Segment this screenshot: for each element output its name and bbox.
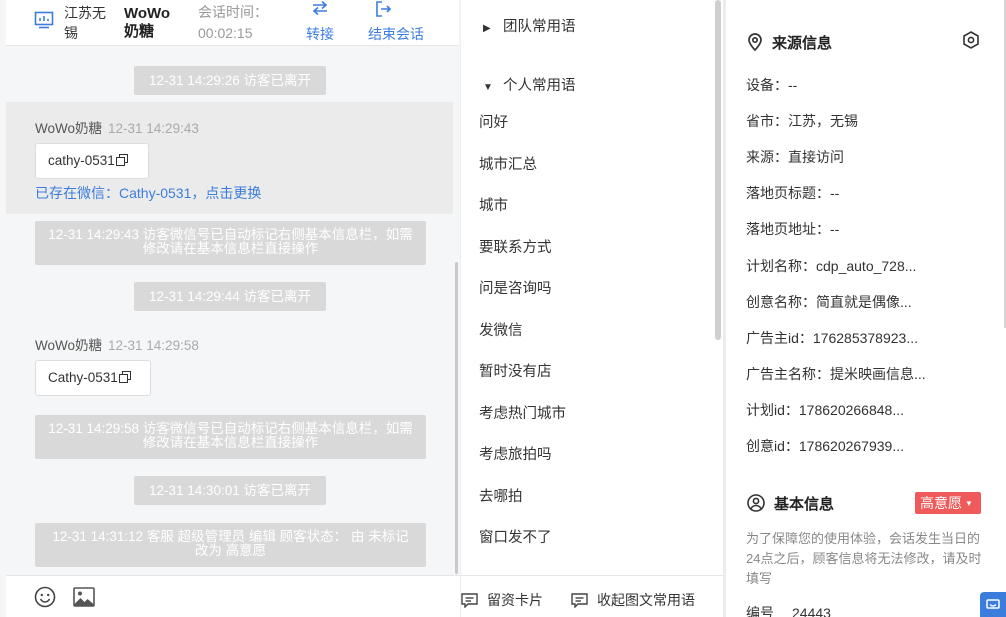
emoji-icon[interactable] xyxy=(34,586,56,608)
system-message: 12-31 14:31:12 客服 超级管理员 编辑 顾客状态： 由 未标记 改… xyxy=(35,523,426,567)
chat-header: 江苏无锡 WoWo奶糖 会话时间： 00:02:15 转接 结束会话 xyxy=(6,0,459,46)
visitor-region: 江苏无锡 xyxy=(64,5,106,41)
copy-icon[interactable] xyxy=(115,154,128,166)
info-plan-name: 计划名称：cdp_auto_728... xyxy=(746,258,917,274)
collapse-phrases-button[interactable]: 收起图文常用语 xyxy=(571,590,695,610)
floating-chat-button[interactable] xyxy=(980,592,1006,617)
edit-notice: 为了保障您的使用体验，会话发生当日的24点之后，顾客信息将无法修改，请及时填写 xyxy=(746,531,982,586)
chat-icon xyxy=(986,599,1000,609)
info-landing-title: 落地页标题：-- xyxy=(746,185,840,201)
phrase-list: 问好 城市汇总 城市 要联系方式 问是咨询吗 发微信 暂时没有店 考虑热门城市 … xyxy=(479,110,709,567)
info-advertiser-id: 广告主id：176285378923... xyxy=(746,330,918,346)
info-source: 来源：直接访问 xyxy=(746,149,844,165)
caret-down-icon: ▼ xyxy=(483,82,493,93)
source-info-title: 来源信息 xyxy=(747,32,832,53)
caret-down-icon: ▼ xyxy=(965,499,973,508)
phrases-toolbar: 留资卡片 收起图文常用语 xyxy=(461,575,724,617)
message-collapse-icon xyxy=(571,593,588,609)
location-pin-icon xyxy=(748,33,762,52)
system-message: 12-31 14:30:01 访客已离开 xyxy=(134,476,326,505)
message-time: 12-31 14:29:43 xyxy=(108,121,199,136)
chat-toolbar xyxy=(6,575,460,617)
phrase-group-team[interactable]: ▶ 团队常用语 xyxy=(483,15,576,36)
caret-right-icon: ▶ xyxy=(483,23,491,34)
sender-name: WoWo奶糖 xyxy=(35,121,103,136)
message-time: 12-31 14:29:58 xyxy=(108,338,199,353)
code-value: 24443 xyxy=(792,605,831,617)
customer-code-row: 编号 24443 xyxy=(746,603,831,617)
phrase-item[interactable]: 城市汇总 xyxy=(479,152,709,194)
system-message: 12-31 14:29:44 访客已离开 xyxy=(134,282,326,311)
transfer-arrows-icon xyxy=(303,0,337,20)
lead-card-label: 留资卡片 xyxy=(487,592,543,608)
intent-status-dropdown[interactable]: 高意愿 ▼ xyxy=(915,492,981,514)
phrase-item[interactable]: 问是咨询吗 xyxy=(479,276,709,318)
phrase-group-label: 团队常用语 xyxy=(503,19,576,35)
wechat-id-card[interactable]: Cathy-0531 xyxy=(35,360,151,396)
session-time-value: 00:02:15 xyxy=(198,25,253,41)
system-message: 12-31 14:29:58 访客微信号已自动标记右侧基本信息栏，如需修改请在基… xyxy=(35,415,426,459)
phrase-item[interactable]: 城市 xyxy=(479,193,709,235)
basic-info-title: 基本信息 xyxy=(747,493,834,514)
visitor-name: WoWo奶糖 xyxy=(124,5,171,40)
end-session-label: 结束会话 xyxy=(368,26,424,42)
phrase-item[interactable]: 要联系方式 xyxy=(479,235,709,277)
gear-icon[interactable] xyxy=(962,31,980,49)
section-title-text: 来源信息 xyxy=(772,35,833,52)
message-card-icon xyxy=(461,593,478,609)
info-province-city: 省市：江苏，无锡 xyxy=(746,113,858,129)
phrase-item[interactable]: 发微信 xyxy=(479,318,709,360)
phrases-scrollbar[interactable] xyxy=(715,0,721,340)
user-circle-icon xyxy=(747,494,765,512)
quick-phrases-panel: ▶ 团队常用语 ▼ 个人常用语 问好 城市汇总 城市 要联系方式 问是咨询吗 发微信… xyxy=(460,0,724,617)
phrase-item[interactable]: 暂时没有店 xyxy=(479,359,709,401)
phrase-item[interactable]: 问好 xyxy=(479,110,709,152)
message-list[interactable]: 12-31 14:29:26 访客已离开 WoWo奶糖 12-31 14:29:4… xyxy=(6,47,459,574)
info-device: 设备：-- xyxy=(746,77,798,93)
wechat-id: cathy-0531 xyxy=(48,153,115,168)
phrase-item[interactable]: 去哪拍 xyxy=(479,484,709,526)
wechat-id-card[interactable]: cathy-0531 xyxy=(35,143,149,179)
phrase-item[interactable]: 考虑热门城市 xyxy=(479,401,709,443)
visitor-info-panel: 来源信息 设备：-- 省市：江苏，无锡 来源：直接访问 落地页标题：-- 落地页… xyxy=(726,0,1006,617)
monitor-chart-icon xyxy=(34,11,54,29)
info-creative-id: 创意id：178620267939... xyxy=(746,438,904,454)
message-sender: WoWo奶糖 12-31 14:29:58 xyxy=(35,334,199,354)
intent-status-label: 高意愿 xyxy=(920,495,962,511)
code-label: 编号 xyxy=(746,605,774,617)
lead-card-button[interactable]: 留资卡片 xyxy=(461,590,543,610)
phrase-group-label: 个人常用语 xyxy=(503,78,576,94)
wechat-id: Cathy-0531 xyxy=(48,370,118,385)
wechat-change-link[interactable]: 已存在微信：Cathy-0531，点击更换 xyxy=(35,183,261,203)
info-creative-name: 创意名称：简直就是偶像... xyxy=(746,294,912,310)
info-landing-url: 落地页地址：-- xyxy=(746,221,840,237)
transfer-button[interactable]: 转接 xyxy=(303,0,337,46)
phrase-item[interactable]: 窗口发不了 xyxy=(479,525,709,567)
copy-icon[interactable] xyxy=(118,371,131,383)
section-title-text: 基本信息 xyxy=(774,496,835,513)
phrase-item[interactable]: 考虑旅拍吗 xyxy=(479,442,709,484)
image-icon[interactable] xyxy=(73,587,95,607)
sender-name: WoWo奶糖 xyxy=(35,338,103,353)
info-plan-id: 计划id：178620266848... xyxy=(746,402,904,418)
transfer-label: 转接 xyxy=(306,26,334,42)
exit-icon xyxy=(368,0,432,20)
info-advertiser-name: 广告主名称：提米映画信息... xyxy=(746,366,926,382)
message-sender: WoWo奶糖 12-31 14:29:43 xyxy=(35,117,199,137)
end-session-button[interactable]: 结束会话 xyxy=(368,0,432,46)
chat-panel: 江苏无锡 WoWo奶糖 会话时间： 00:02:15 转接 结束会话 12-31… xyxy=(0,0,460,617)
collapse-phrases-label: 收起图文常用语 xyxy=(597,592,695,608)
phrase-group-personal[interactable]: ▼ 个人常用语 xyxy=(483,74,576,95)
chat-scrollbar[interactable] xyxy=(455,262,458,574)
system-message: 12-31 14:29:43 访客微信号已自动标记右侧基本信息栏，如需修改请在基… xyxy=(35,221,426,265)
session-time-label: 会话时间： xyxy=(198,4,268,20)
system-message: 12-31 14:29:26 访客已离开 xyxy=(134,66,326,95)
